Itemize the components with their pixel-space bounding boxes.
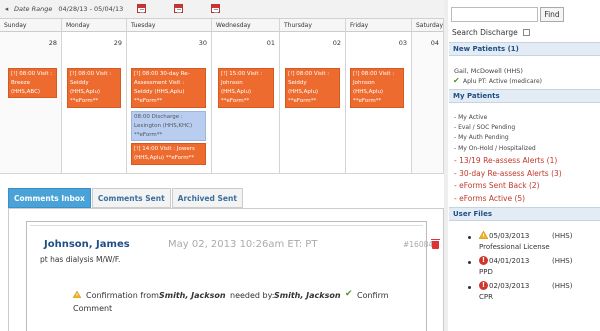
comment-body: pt has dialysis M/W/F. [40, 255, 121, 264]
alert-link[interactable]: - 30-day Re-assess Alerts (3) [454, 169, 562, 178]
check-icon: ✔ [453, 76, 460, 85]
day-number: 30 [198, 39, 207, 47]
calendar-event[interactable]: [!] 08:00 Visit : Johnson (HHS,Aplu) **e… [350, 68, 404, 108]
day-number: 04 [430, 39, 439, 47]
day-header-saturday: Saturday [412, 19, 444, 32]
calendar-event[interactable]: [!] 08:00 Visit : Breeze (HHS,ABC) [8, 68, 57, 98]
user-file-date: 04/01/2013 [489, 257, 530, 265]
alert-label: 13/19 Re-assess Alerts (1) [459, 156, 558, 165]
vertical-scrollbar[interactable] [444, 0, 448, 331]
day-number: 29 [113, 39, 122, 47]
user-file-name[interactable]: CPR [479, 293, 493, 301]
calendar-event[interactable]: [!] 14:00 Visit : Jowers (HHS,Aplu) **eF… [131, 143, 206, 165]
alert-link[interactable]: - 13/19 Re-assess Alerts (1) [454, 156, 557, 165]
new-patients-header[interactable]: New Patients (1) [449, 42, 600, 56]
user-file-date: 02/03/2013 [489, 282, 530, 290]
search-input[interactable] [451, 7, 538, 22]
user-file-org: (HHS) [552, 282, 573, 290]
comment-author[interactable]: Johnson, James [44, 239, 130, 250]
day-header-thursday: Thursday [280, 19, 346, 32]
my-patients-item[interactable]: - My Auth Pending [454, 134, 509, 141]
day-header-sunday: Sunday [0, 19, 62, 32]
calendar-event-discharge[interactable]: 08:00 Discharge : Lexington (HHS,KHC) **… [131, 111, 206, 141]
day-header-tuesday: Tuesday [127, 19, 212, 32]
alert-link[interactable]: - eForms Sent Back (2) [454, 181, 540, 190]
alert-link[interactable]: - eForms Active (5) [454, 194, 525, 203]
error-icon: ! [479, 256, 488, 265]
my-patients-item-label: My Active [458, 114, 488, 121]
day-header-monday: Monday [62, 19, 127, 32]
user-files-header[interactable]: User Files [449, 207, 600, 221]
my-patients-item[interactable]: - My On-Hold / Hospitalized [454, 145, 536, 152]
alert-label: 30-day Re-assess Alerts (3) [459, 169, 562, 178]
calendar-toolbar: ◂ Date Range 04/28/13 - 05/04/13 [0, 0, 444, 19]
previous-week-icon[interactable]: ◂ [1, 5, 12, 13]
calendar-event[interactable]: [!] 08:00 30-day Re-Assessment Visit : S… [131, 68, 206, 108]
comment-card: Johnson, James May 02, 2013 10:26am ET: … [26, 221, 440, 331]
user-file-name[interactable]: Professional License [479, 243, 550, 251]
new-patient-name[interactable]: Gail, McDowell (HHS) [454, 67, 523, 75]
list-bullet [468, 261, 471, 264]
calendar-event[interactable]: [!] 08:00 Visit : Seiddy (HHS,Aplu) **eF… [67, 68, 121, 108]
user-file-name[interactable]: PPD [479, 268, 493, 276]
calendar-event[interactable]: [!] 08:00 Visit : Seiddy (HHS,Aplu) **eF… [285, 68, 340, 108]
my-patients-header[interactable]: My Patients [449, 89, 600, 103]
day-number: 03 [398, 39, 407, 47]
user-file-date: 05/03/2013 [489, 232, 530, 240]
confirm-from: Smith, Jackson [159, 291, 226, 300]
find-button[interactable]: Find [540, 7, 564, 22]
my-patients-item-label: My Auth Pending [458, 134, 509, 141]
error-icon: ! [479, 281, 488, 290]
check-icon: ✔ [345, 289, 353, 299]
user-file-org: (HHS) [552, 257, 573, 265]
needed-by-label: needed by: [230, 291, 275, 300]
tab-comments-inbox[interactable]: Comments Inbox [8, 188, 91, 208]
calendar-event[interactable]: [!] 15:00 Visit : Johnson (HHS,Aplu) **e… [218, 68, 274, 108]
comment-id: #16084 [403, 240, 434, 249]
warning-icon [479, 231, 488, 239]
comment-date: May 02, 2013 10:26am ET: PT [168, 239, 318, 250]
confirm-prefix: Confirmation from [86, 291, 159, 300]
day-header-friday: Friday [346, 19, 412, 32]
tab-comments-sent[interactable]: Comments Sent [91, 188, 171, 208]
comment-link[interactable]: Comment [73, 304, 112, 313]
warning-icon [73, 291, 81, 298]
calendar-week-icon[interactable] [174, 4, 183, 13]
date-range-value: 04/28/13 - 05/04/13 [58, 5, 124, 13]
new-patient-status: Aplu PT: Active (medicare) [463, 78, 543, 85]
date-range-label: Date Range [14, 5, 53, 13]
needed-by: Smith, Jackson [274, 291, 341, 300]
my-patients-item-label: My On-Hold / Hospitalized [458, 145, 536, 152]
alert-label: eForms Sent Back (2) [459, 181, 540, 190]
my-patients-item[interactable]: - My Active [454, 114, 487, 121]
search-discharge-label: Search Discharge [452, 28, 518, 37]
day-cell-sunday[interactable]: 28 [0, 32, 62, 174]
user-file-org: (HHS) [552, 232, 573, 240]
calendar-day-icon[interactable] [137, 4, 146, 13]
calendar-month-icon[interactable] [211, 4, 220, 13]
day-number: 01 [266, 39, 275, 47]
confirm-link[interactable]: Confirm [357, 291, 389, 300]
trash-icon[interactable] [431, 239, 440, 249]
day-cell-saturday[interactable]: 04 [412, 32, 444, 174]
my-patients-item[interactable]: - Eval / SOC Pending [454, 124, 515, 131]
my-patients-item-label: Eval / SOC Pending [458, 124, 516, 131]
list-bullet [468, 236, 471, 239]
list-bullet [468, 286, 471, 289]
tab-archived-sent[interactable]: Archived Sent [171, 188, 243, 208]
search-discharge-checkbox[interactable] [523, 29, 530, 36]
comment-tabs: Comments Inbox Comments Sent Archived Se… [8, 188, 244, 208]
alert-label: eForms Active (5) [459, 194, 526, 203]
day-number: 02 [332, 39, 341, 47]
day-header-wednesday: Wednesday [212, 19, 280, 32]
day-number: 28 [48, 39, 57, 47]
